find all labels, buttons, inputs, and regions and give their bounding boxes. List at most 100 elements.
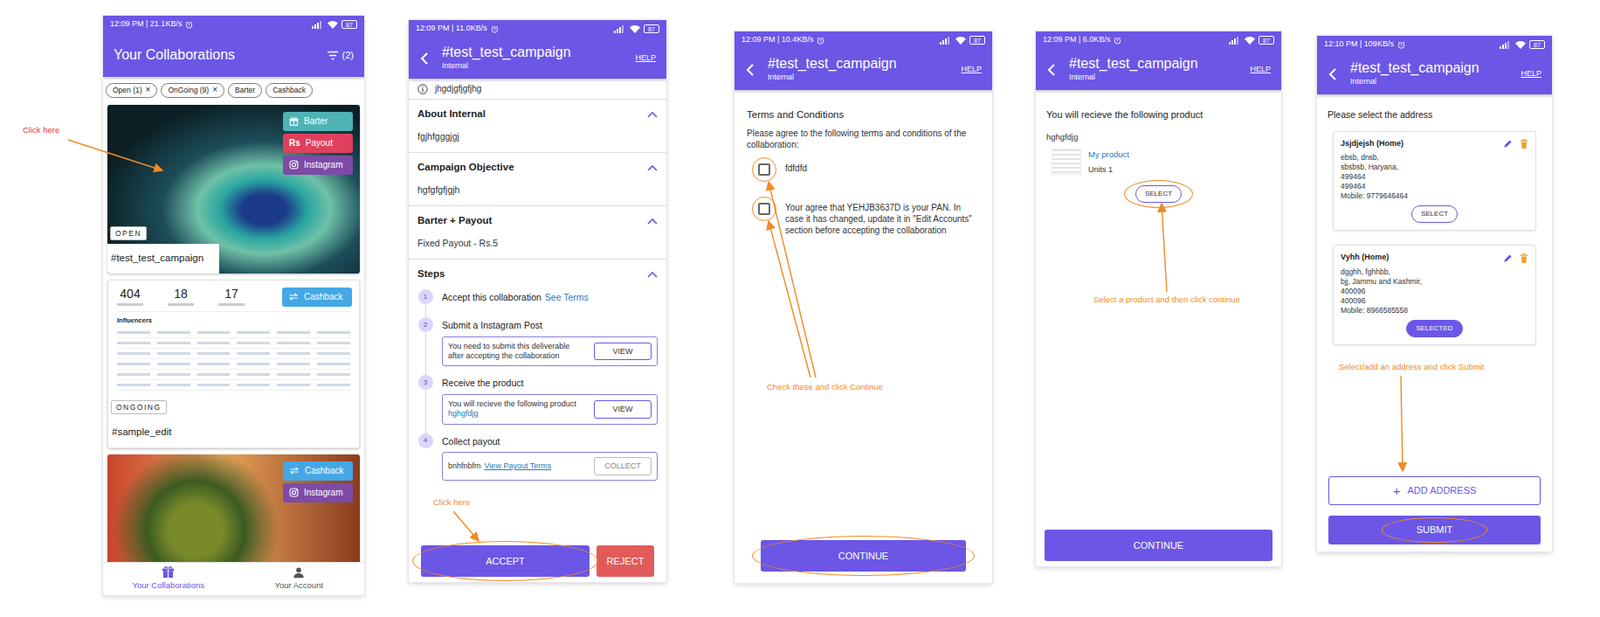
pencil-icon[interactable] xyxy=(1503,138,1513,149)
filter-chip[interactable]: Barter xyxy=(227,82,263,98)
battery-level: 87 xyxy=(1533,41,1541,49)
help-link[interactable]: HELP xyxy=(1249,63,1271,76)
filter-button[interactable]: (2) xyxy=(326,48,354,63)
campaign-tag: Cashback xyxy=(282,287,352,307)
continue-button[interactable]: CONTINUE xyxy=(760,539,966,572)
wifi-icon xyxy=(327,20,338,29)
filter-chip[interactable]: Open (1)× xyxy=(105,82,158,98)
submit-button[interactable]: SUBMIT xyxy=(1328,515,1541,545)
section-header[interactable]: Barter + Payout xyxy=(417,213,658,228)
table-cell-placeholder xyxy=(117,362,151,366)
table-cell-placeholder xyxy=(197,372,231,376)
campaign-title: #test_test_campaign xyxy=(107,243,220,274)
trash-icon[interactable] xyxy=(1519,138,1529,149)
payout-terms-link[interactable]: View Payout Terms xyxy=(484,461,552,470)
step-button[interactable]: VIEW xyxy=(593,342,652,361)
stat-value: 404 xyxy=(119,287,140,301)
table-cell-placeholder xyxy=(157,362,191,366)
table-cell-placeholder xyxy=(276,383,311,387)
nav-label: Your Collaborations xyxy=(131,579,205,592)
product-units: Units 1 xyxy=(1088,164,1130,177)
step-title: Accept this collaboration xyxy=(441,291,542,303)
table-cell-placeholder xyxy=(317,341,351,345)
info-icon xyxy=(417,83,428,95)
product-thumbnail xyxy=(1051,148,1082,175)
tag-list: Cashback xyxy=(282,287,352,307)
back-arrow-icon[interactable] xyxy=(1327,68,1338,81)
header-titles: #test_test_campaignInternal xyxy=(441,44,623,73)
info-text: jhgdjgfjgfjhg xyxy=(434,82,482,96)
battery-level: 87 xyxy=(973,37,981,44)
product-name[interactable]: My product xyxy=(1088,148,1130,161)
phone-screen: 12:09 PM | 21.1KB/s87 Your Collaborations… xyxy=(103,15,365,595)
select-address-button[interactable]: SELECT xyxy=(1411,205,1458,223)
select-product-button[interactable]: SELECT xyxy=(1135,185,1182,203)
product-heading: You will recieve the following product xyxy=(1046,107,1271,123)
status-badge: ONGOING xyxy=(110,400,167,414)
section-header[interactable]: Steps xyxy=(417,266,658,282)
continue-button[interactable]: CONTINUE xyxy=(1044,529,1273,561)
reject-button[interactable]: REJECT xyxy=(596,544,655,577)
table-title: Influencers xyxy=(117,310,351,325)
alarm-icon xyxy=(490,25,499,34)
chip-label: Barter xyxy=(234,84,256,97)
collaboration-card[interactable]: CashbackInstagram xyxy=(107,454,360,562)
step-title: Receive the product xyxy=(441,376,658,391)
campaign-subtitle: Internal xyxy=(767,71,949,84)
status-bar: 12:09 PM | 21.1KB/s87 xyxy=(103,15,365,34)
filter-chip[interactable]: Cashback xyxy=(265,82,313,98)
term-checkbox[interactable] xyxy=(758,202,771,215)
alarm-icon xyxy=(816,36,825,45)
section-header[interactable]: Campaign Objective xyxy=(417,159,658,175)
battery-level: 87 xyxy=(345,21,353,28)
product-link[interactable]: hghgfdjg xyxy=(448,408,587,419)
table-cell-placeholder xyxy=(236,351,270,355)
step-connector xyxy=(425,303,427,318)
tag-label: Cashback xyxy=(303,289,343,304)
help-link[interactable]: HELP xyxy=(1520,68,1542,81)
chevron-icon xyxy=(647,164,658,172)
table-cell-placeholder xyxy=(117,341,151,345)
collaboration-card[interactable]: BarterRsPayoutInstagramOPEN#test_test_ca… xyxy=(107,104,360,274)
campaign-tag: Instagram xyxy=(282,155,353,175)
remove-chip-button[interactable]: × xyxy=(212,85,218,95)
stat-cell: 404 xyxy=(117,287,144,306)
address-line: Mobile: 9779646464 xyxy=(1340,191,1529,201)
plus-icon: + xyxy=(1393,483,1401,497)
section: About Internalfgjhfgggjgj xyxy=(408,99,667,153)
battery-level: 87 xyxy=(648,26,656,33)
step-description: bnhfnbfmView Payout Terms xyxy=(448,461,587,471)
accept-button[interactable]: ACCEPT xyxy=(420,544,590,577)
add-address-button[interactable]: +ADD ADDRESS xyxy=(1328,475,1541,505)
term-label: fdfdfd xyxy=(781,162,980,174)
remove-chip-button[interactable]: × xyxy=(145,85,152,95)
filter-count: (2) xyxy=(342,48,354,63)
help-link[interactable]: HELP xyxy=(634,52,656,65)
nav-item[interactable]: Your Account xyxy=(234,562,366,595)
help-link[interactable]: HELP xyxy=(960,63,982,76)
back-arrow-icon[interactable] xyxy=(1046,63,1057,76)
nav-item[interactable]: Your Collaborations xyxy=(103,562,235,595)
person-icon xyxy=(292,565,305,579)
table-cell-placeholder xyxy=(236,362,270,366)
filter-chip[interactable]: OnGoing (9)× xyxy=(160,82,225,98)
see-terms-link[interactable]: See Terms xyxy=(544,291,589,303)
chip-label: Cashback xyxy=(272,84,306,97)
step-button[interactable]: VIEW xyxy=(593,400,652,419)
step-content: Accept this collaborationSee Terms xyxy=(441,289,658,318)
product-info: My product Units 1 xyxy=(1088,148,1130,177)
tag-label: Cashback xyxy=(304,463,344,477)
select-address-button[interactable]: SELECTED xyxy=(1406,319,1463,338)
collaboration-card[interactable]: 4041817InfluencersCashbackONGOING#sample… xyxy=(107,279,360,449)
pencil-icon[interactable] xyxy=(1503,253,1513,263)
back-arrow-icon[interactable] xyxy=(419,52,430,65)
table-cell-placeholder xyxy=(236,383,270,387)
section-header[interactable]: About Internal xyxy=(417,106,658,122)
status-time: 12:09 PM | 10.4KB/s xyxy=(741,34,814,47)
back-arrow-icon[interactable] xyxy=(744,63,756,76)
trash-icon[interactable] xyxy=(1519,253,1529,263)
table-cell-placeholder xyxy=(236,331,270,334)
step-button: COLLECT xyxy=(593,456,652,476)
term-checkbox[interactable] xyxy=(758,163,771,176)
term-row: fdfdfd xyxy=(746,162,980,176)
